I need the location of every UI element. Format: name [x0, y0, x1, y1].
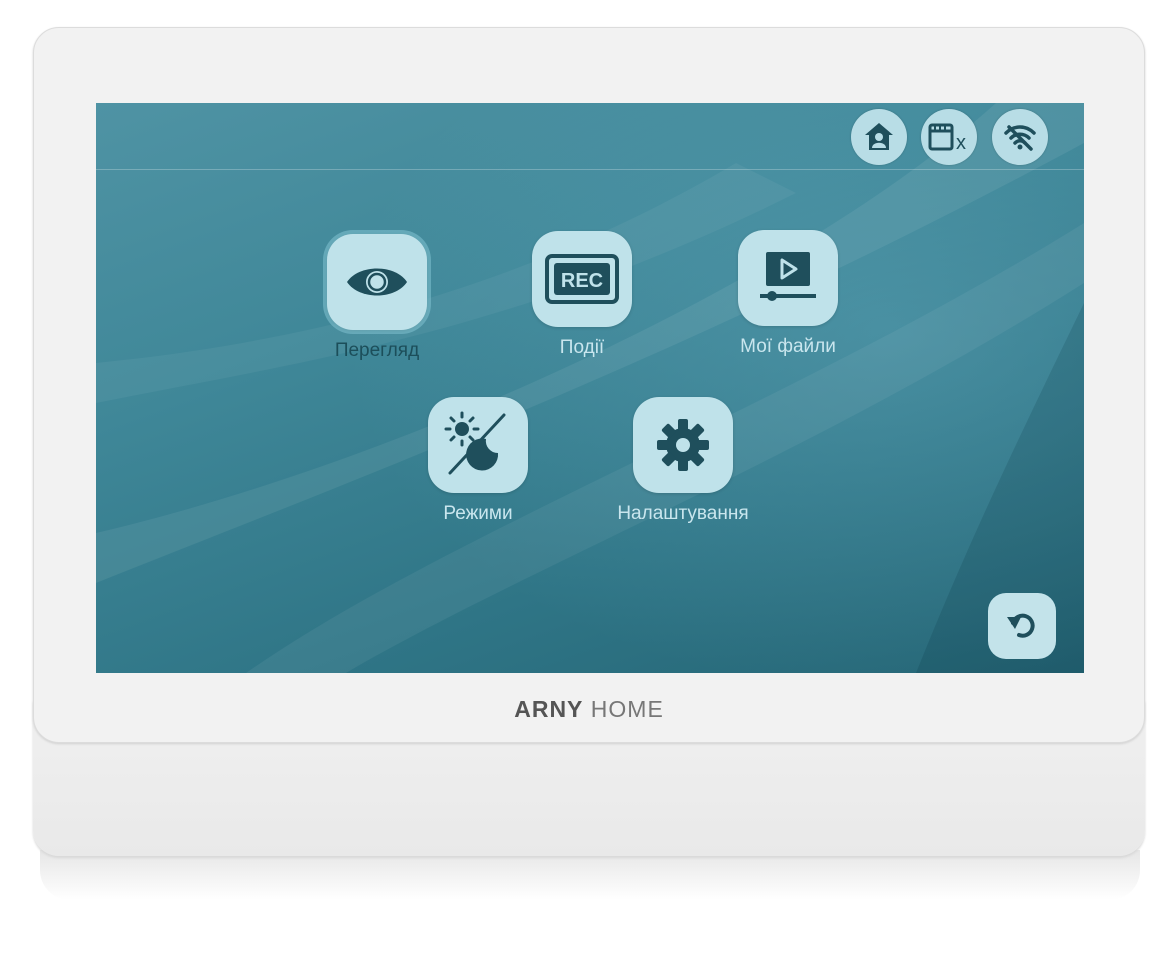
menu-item-view[interactable]: Перегляд — [287, 234, 467, 362]
brand-logo: ARNY HOME — [514, 696, 664, 722]
sd-missing-mark: x — [956, 132, 966, 154]
gear-icon — [657, 419, 709, 471]
device-shadow — [40, 850, 1140, 900]
sd-card-missing-icon[interactable]: x — [921, 109, 977, 165]
modes-button[interactable] — [428, 397, 528, 493]
day-night-icon — [444, 411, 506, 475]
menu-item-settings[interactable]: Налаштування — [593, 397, 773, 525]
my-files-button[interactable] — [738, 230, 838, 326]
home-user-icon[interactable] — [851, 109, 907, 165]
view-label: Перегляд — [334, 340, 420, 361]
settings-label: Налаштування — [617, 503, 749, 524]
back-button[interactable] — [988, 593, 1056, 659]
rec-icon: REC — [545, 254, 619, 304]
wifi-off-icon[interactable] — [992, 109, 1048, 165]
screen: x Перегляд REC Події Мої файли Режими На… — [96, 103, 1084, 673]
menu-item-events[interactable]: REC Події — [492, 231, 672, 359]
header-divider — [96, 169, 1084, 170]
menu-item-my-files[interactable]: Мої файли — [698, 230, 878, 358]
events-button[interactable]: REC — [532, 231, 632, 327]
my-files-label: Мої файли — [740, 336, 836, 357]
rec-badge: REC — [561, 270, 603, 292]
events-label: Події — [559, 337, 605, 358]
eye-icon — [347, 268, 407, 296]
modes-label: Режими — [443, 503, 513, 524]
settings-button[interactable] — [633, 397, 733, 493]
back-arrow-icon — [1007, 613, 1035, 638]
background-swirl — [96, 103, 1084, 673]
menu-item-modes[interactable]: Режими — [388, 397, 568, 525]
view-button[interactable] — [327, 234, 427, 330]
video-files-icon — [760, 252, 816, 301]
